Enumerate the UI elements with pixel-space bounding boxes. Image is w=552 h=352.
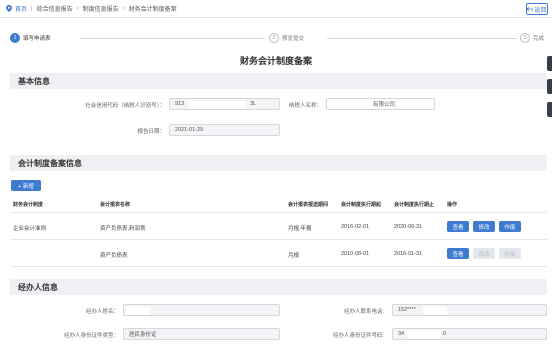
credit-code-value-end: 3L xyxy=(250,101,257,107)
cell-system: 企业会计准则 xyxy=(13,226,47,232)
step-label: 预览提交 xyxy=(282,36,305,42)
view-button[interactable]: 查看 xyxy=(447,248,469,259)
cell-period: 月报 xyxy=(288,253,300,259)
breadcrumb-separator: › xyxy=(122,5,125,12)
section-accounting-system: 会计制度备案信息 xyxy=(10,155,547,171)
column-header: 财务会计制度 xyxy=(13,202,44,208)
table-row: 资产负债表 月报 2010-08-01 2016-01-31 查看 修改 作废 xyxy=(10,240,547,267)
agent-id-type-field[interactable]: 居民身份证 xyxy=(123,328,280,340)
section-basic-info: 基本信息 xyxy=(10,73,547,89)
void-button[interactable]: 作废 xyxy=(499,221,521,232)
redaction-mask xyxy=(407,331,441,339)
column-header: 会计报表名称 xyxy=(100,202,131,208)
agent-name-label: 经办人姓名： xyxy=(85,309,119,315)
agent-phone-label: 经办人联系电话： xyxy=(343,309,388,315)
step-number: 3 xyxy=(520,33,530,43)
add-button[interactable]: + 新增 xyxy=(11,180,41,191)
cell-period: 月报,年报 xyxy=(288,226,312,232)
taxpayer-name-value: 有限公司 xyxy=(373,102,396,108)
view-button[interactable]: 查看 xyxy=(447,221,469,232)
credit-code-field[interactable]: 913 3L xyxy=(169,98,280,110)
redaction-mask xyxy=(423,307,447,315)
void-button: 作废 xyxy=(499,248,521,259)
credit-code-value: 913 xyxy=(175,101,185,107)
step-label: 填写申请表 xyxy=(23,36,51,42)
breadcrumb-separator: › xyxy=(76,5,79,12)
redaction-mask xyxy=(188,101,246,109)
step-connector xyxy=(80,38,265,39)
cell-start: 2010-08-01 xyxy=(341,251,370,257)
edit-button[interactable]: 修改 xyxy=(473,221,495,232)
column-header: 会计制度执行期起 xyxy=(341,202,382,208)
breadcrumb: 首页 | 综合信息报告 › 制度信息报告 › 财务会计制度备案 xyxy=(6,4,177,13)
step-progress: 1 填写申请表 2 预览提交 3 完成 xyxy=(0,31,552,47)
breadcrumb-item[interactable]: 综合信息报告 xyxy=(37,4,73,13)
column-header: 操作 xyxy=(447,202,458,208)
taxpayer-name-field[interactable]: 有限公司 xyxy=(326,98,435,110)
credit-code-label: 社会信用代码（纳税人识别号）： xyxy=(85,103,165,109)
step-preview-submit: 2 预览提交 xyxy=(269,33,308,43)
step-fill-form: 1 填写申请表 xyxy=(10,33,54,43)
side-tool-tab[interactable] xyxy=(547,102,552,117)
agent-id-type-label: 经办人身份证件类型： xyxy=(63,333,119,339)
cell-report-name: 资产负债表 xyxy=(100,253,128,259)
agent-name-field[interactable] xyxy=(123,304,280,316)
step-label: 完成 xyxy=(533,36,545,42)
agent-phone-field[interactable]: 152**** xyxy=(392,304,547,316)
agent-phone-value: 152**** xyxy=(398,307,416,313)
agent-id-number-label: 经办人身份证件号码： xyxy=(332,333,388,339)
cell-end: 2020-06-31 xyxy=(394,224,423,230)
edit-button: 修改 xyxy=(473,248,495,259)
back-label: 返回 xyxy=(534,7,547,14)
step-number: 1 xyxy=(10,33,20,43)
accounting-table: 财务会计制度 会计报表名称 会计报表报送期间 会计制度执行期起 会计制度执行期止… xyxy=(10,195,547,267)
page-title: 财务会计制度备案 xyxy=(239,56,312,66)
breadcrumb-home[interactable]: 首页 xyxy=(15,4,27,13)
back-button[interactable]: 返回 xyxy=(526,3,548,15)
breadcrumb-item: 财务会计制度备案 xyxy=(128,7,177,13)
table-row: 企业会计准则 资产负债表,利润表 月报,年报 2016-02-01 2020-0… xyxy=(10,213,547,240)
breadcrumb-separator: | xyxy=(31,5,33,12)
cell-start: 2016-02-01 xyxy=(341,224,370,230)
cell-end: 2016-01-31 xyxy=(394,251,423,257)
column-header: 会计制度执行期止 xyxy=(394,202,435,208)
report-date-label: 报告日期： xyxy=(137,129,165,135)
report-date-field[interactable]: 2021-01-29 xyxy=(169,124,280,136)
step-complete: 3 完成 xyxy=(520,33,548,43)
cell-report-name: 资产负债表,利润表 xyxy=(100,226,146,232)
location-pin-icon xyxy=(6,5,12,12)
agent-id-number-value: 34 xyxy=(398,331,405,337)
step-connector xyxy=(327,38,517,39)
breadcrumb-item[interactable]: 制度信息报告 xyxy=(83,4,119,13)
side-tool-tab[interactable] xyxy=(547,56,552,71)
step-number: 2 xyxy=(269,33,279,43)
return-arrow-icon xyxy=(527,6,534,12)
top-bar: 首页 | 综合信息报告 › 制度信息报告 › 财务会计制度备案 返回 xyxy=(0,0,552,18)
section-agent-info: 经办人信息 xyxy=(10,279,547,295)
table-header: 财务会计制度 会计报表名称 会计报表报送期间 会计制度执行期起 会计制度执行期止… xyxy=(10,195,547,213)
taxpayer-name-label: 纳税人名称： xyxy=(288,103,322,109)
column-header: 会计报表报送期间 xyxy=(288,202,329,208)
agent-id-number-field[interactable]: 34 0 xyxy=(392,328,547,340)
side-tool-tab[interactable] xyxy=(547,79,552,94)
redaction-mask xyxy=(126,307,150,315)
agent-id-number-value-end: 0 xyxy=(443,331,447,337)
